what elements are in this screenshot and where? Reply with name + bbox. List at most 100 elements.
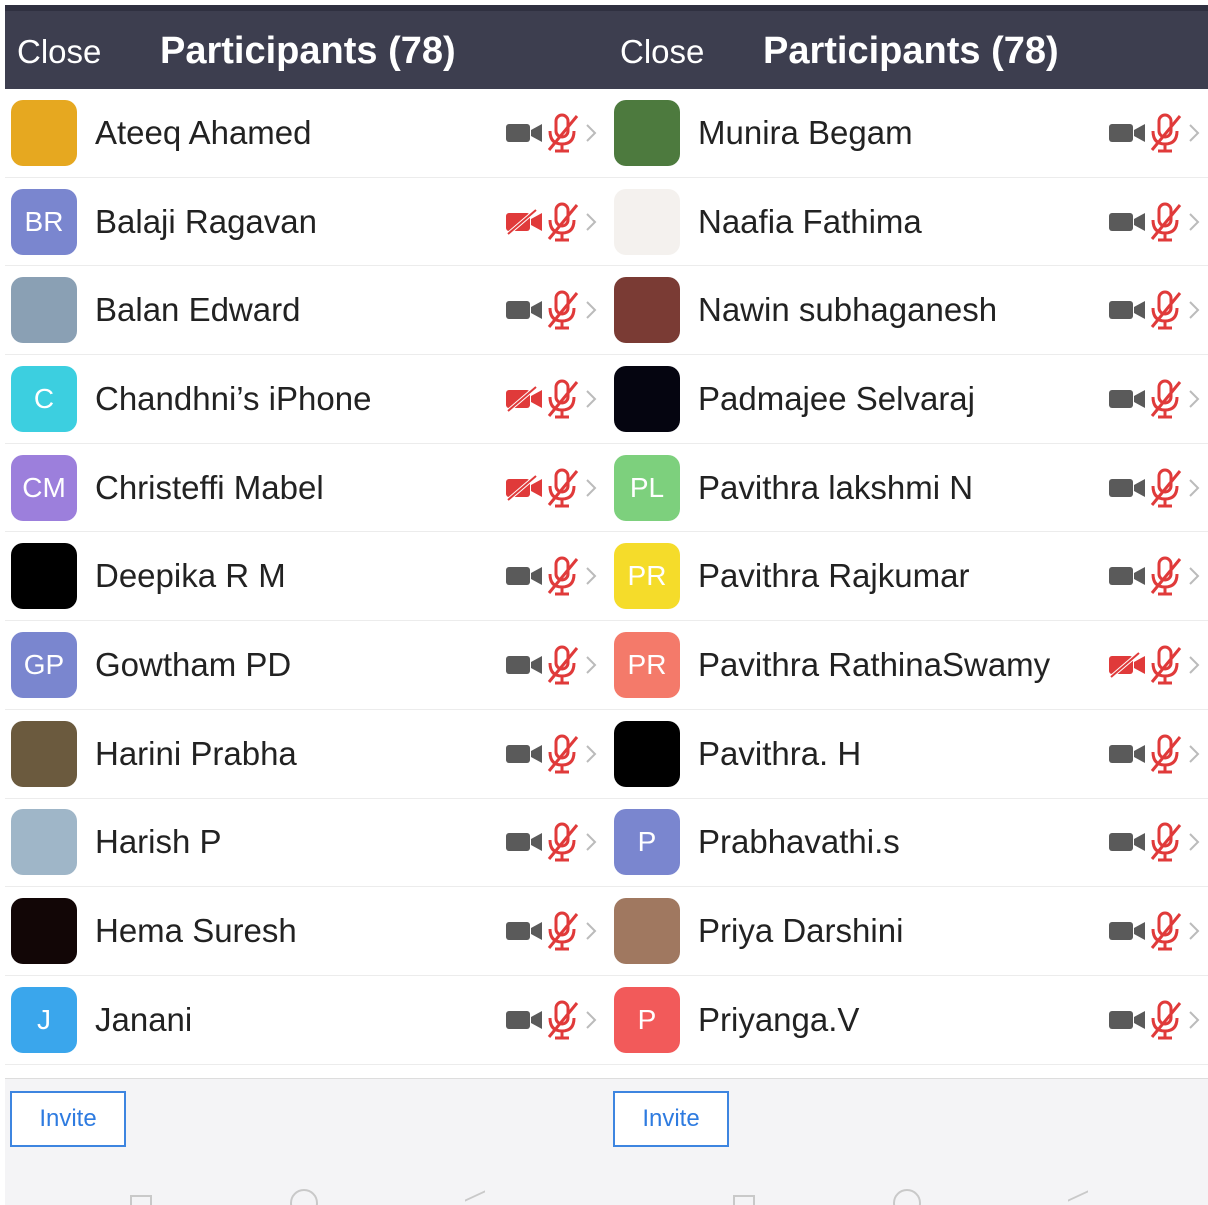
video-icon — [504, 651, 544, 679]
video-icon — [504, 1006, 544, 1034]
participant-row[interactable]: C Chandhni’s iPhone — [5, 355, 608, 444]
chevron-right-icon[interactable] — [584, 299, 598, 321]
footer-bar: Invite — [5, 1078, 608, 1205]
header-bar: Close Participants (78) — [5, 5, 608, 89]
logo-avatar-icon — [614, 188, 680, 255]
invite-button[interactable]: Invite — [10, 1091, 126, 1147]
chevron-right-icon[interactable] — [584, 477, 598, 499]
mic-muted-icon — [1147, 821, 1183, 863]
participant-row[interactable]: BR Balaji Ragavan — [5, 178, 608, 267]
invite-button[interactable]: Invite — [613, 1091, 729, 1147]
status-icons — [504, 799, 598, 887]
person-avatar-icon — [11, 809, 77, 876]
chevron-right-icon[interactable] — [1187, 1009, 1201, 1031]
close-button[interactable]: Close — [17, 33, 101, 71]
avatar: BR — [11, 188, 77, 255]
chevron-right-icon[interactable] — [584, 831, 598, 853]
participant-row[interactable]: P Priyanga.V — [608, 976, 1208, 1065]
status-icons — [504, 532, 598, 620]
participant-row[interactable]: Nawin subhaganesh — [608, 266, 1208, 356]
status-icons — [504, 887, 598, 975]
chevron-right-icon[interactable] — [1187, 920, 1201, 942]
status-icons — [504, 976, 598, 1064]
home-icon[interactable] — [290, 1189, 318, 1205]
chevron-right-icon[interactable] — [1187, 388, 1201, 410]
participant-row[interactable]: J Janani — [5, 976, 608, 1065]
chevron-right-icon[interactable] — [584, 388, 598, 410]
video-icon — [504, 740, 544, 768]
chevron-right-icon[interactable] — [584, 122, 598, 144]
chevron-right-icon[interactable] — [1187, 654, 1201, 676]
status-icons — [504, 444, 598, 532]
participant-row[interactable]: Harini Prabha — [5, 710, 608, 799]
mic-muted-icon — [544, 999, 580, 1041]
video-icon — [504, 828, 544, 856]
avatar-initials: C — [33, 382, 55, 414]
avatar: C — [11, 365, 77, 432]
participant-row[interactable]: P Prabhavathi.s — [608, 799, 1208, 888]
participant-row[interactable]: Priya Darshini — [608, 887, 1208, 976]
avatar-initials: P — [637, 826, 657, 858]
participants-panel-right: Close Participants (78) Munira Begam Naaf… — [608, 5, 1208, 1205]
avatar-initials: J — [37, 1003, 51, 1035]
chevron-right-icon[interactable] — [1187, 743, 1201, 765]
chevron-right-icon[interactable] — [584, 743, 598, 765]
mic-muted-icon — [1147, 378, 1183, 420]
participant-row[interactable]: Munira Begam — [608, 89, 1208, 178]
chevron-right-icon[interactable] — [1187, 122, 1201, 144]
mic-muted-icon — [544, 644, 580, 686]
chevron-right-icon[interactable] — [584, 211, 598, 233]
participant-row[interactable]: PR Pavithra RathinaSwamy — [608, 621, 1208, 710]
participant-row[interactable]: Balan Edward — [5, 266, 608, 356]
status-icons — [504, 266, 598, 354]
chevron-right-icon[interactable] — [584, 1009, 598, 1031]
video-icon — [1107, 1006, 1147, 1034]
avatar: PR — [614, 631, 680, 698]
chevron-right-icon[interactable] — [584, 654, 598, 676]
chevron-right-icon[interactable] — [1187, 299, 1201, 321]
footer-bar: Invite — [608, 1078, 1208, 1205]
avatar: PR — [614, 543, 680, 610]
participant-row[interactable]: Ateeq Ahamed — [5, 89, 608, 178]
participant-row[interactable]: CM Christeffi Mabel — [5, 444, 608, 533]
chevron-right-icon[interactable] — [1187, 211, 1201, 233]
status-icons — [1107, 266, 1201, 354]
chevron-right-icon[interactable] — [1187, 831, 1201, 853]
white-flower-avatar-icon — [614, 99, 680, 166]
avatar: CM — [11, 454, 77, 521]
participant-row[interactable]: Pavithra. H — [608, 710, 1208, 799]
black-avatar-icon — [11, 543, 77, 610]
participant-row[interactable]: Deepika R M — [5, 532, 608, 622]
mic-muted-icon — [1147, 112, 1183, 154]
avatar: P — [614, 809, 680, 876]
status-icons — [504, 89, 598, 177]
participant-row[interactable]: PL Pavithra lakshmi N — [608, 444, 1208, 533]
status-icons — [1107, 532, 1201, 620]
participant-row[interactable]: Naafia Fathima — [608, 178, 1208, 267]
mic-muted-icon — [544, 289, 580, 331]
participant-row[interactable]: GP Gowtham PD — [5, 621, 608, 710]
close-button[interactable]: Close — [620, 33, 704, 71]
recent-apps-icon[interactable] — [733, 1195, 755, 1205]
back-icon[interactable] — [465, 1190, 485, 1205]
chevron-right-icon[interactable] — [584, 920, 598, 942]
chevron-right-icon[interactable] — [1187, 477, 1201, 499]
avatar-initials: P — [637, 1003, 657, 1035]
participant-row[interactable]: Hema Suresh — [5, 887, 608, 976]
mic-muted-icon — [544, 821, 580, 863]
mic-muted-icon — [1147, 999, 1183, 1041]
participant-row[interactable]: Padmajee Selvaraj — [608, 355, 1208, 444]
video-icon — [1107, 740, 1147, 768]
video-off-icon — [504, 385, 544, 413]
recent-apps-icon[interactable] — [130, 1195, 152, 1205]
participant-row[interactable]: Harish P — [5, 799, 608, 888]
chevron-right-icon[interactable] — [584, 565, 598, 587]
mic-muted-icon — [1147, 289, 1183, 331]
status-icons — [504, 178, 598, 266]
participant-row[interactable]: PR Pavithra Rajkumar — [608, 532, 1208, 622]
status-bar — [5, 5, 608, 11]
chevron-right-icon[interactable] — [1187, 565, 1201, 587]
home-icon[interactable] — [893, 1189, 921, 1205]
back-icon[interactable] — [1068, 1190, 1088, 1205]
status-icons — [1107, 621, 1201, 709]
